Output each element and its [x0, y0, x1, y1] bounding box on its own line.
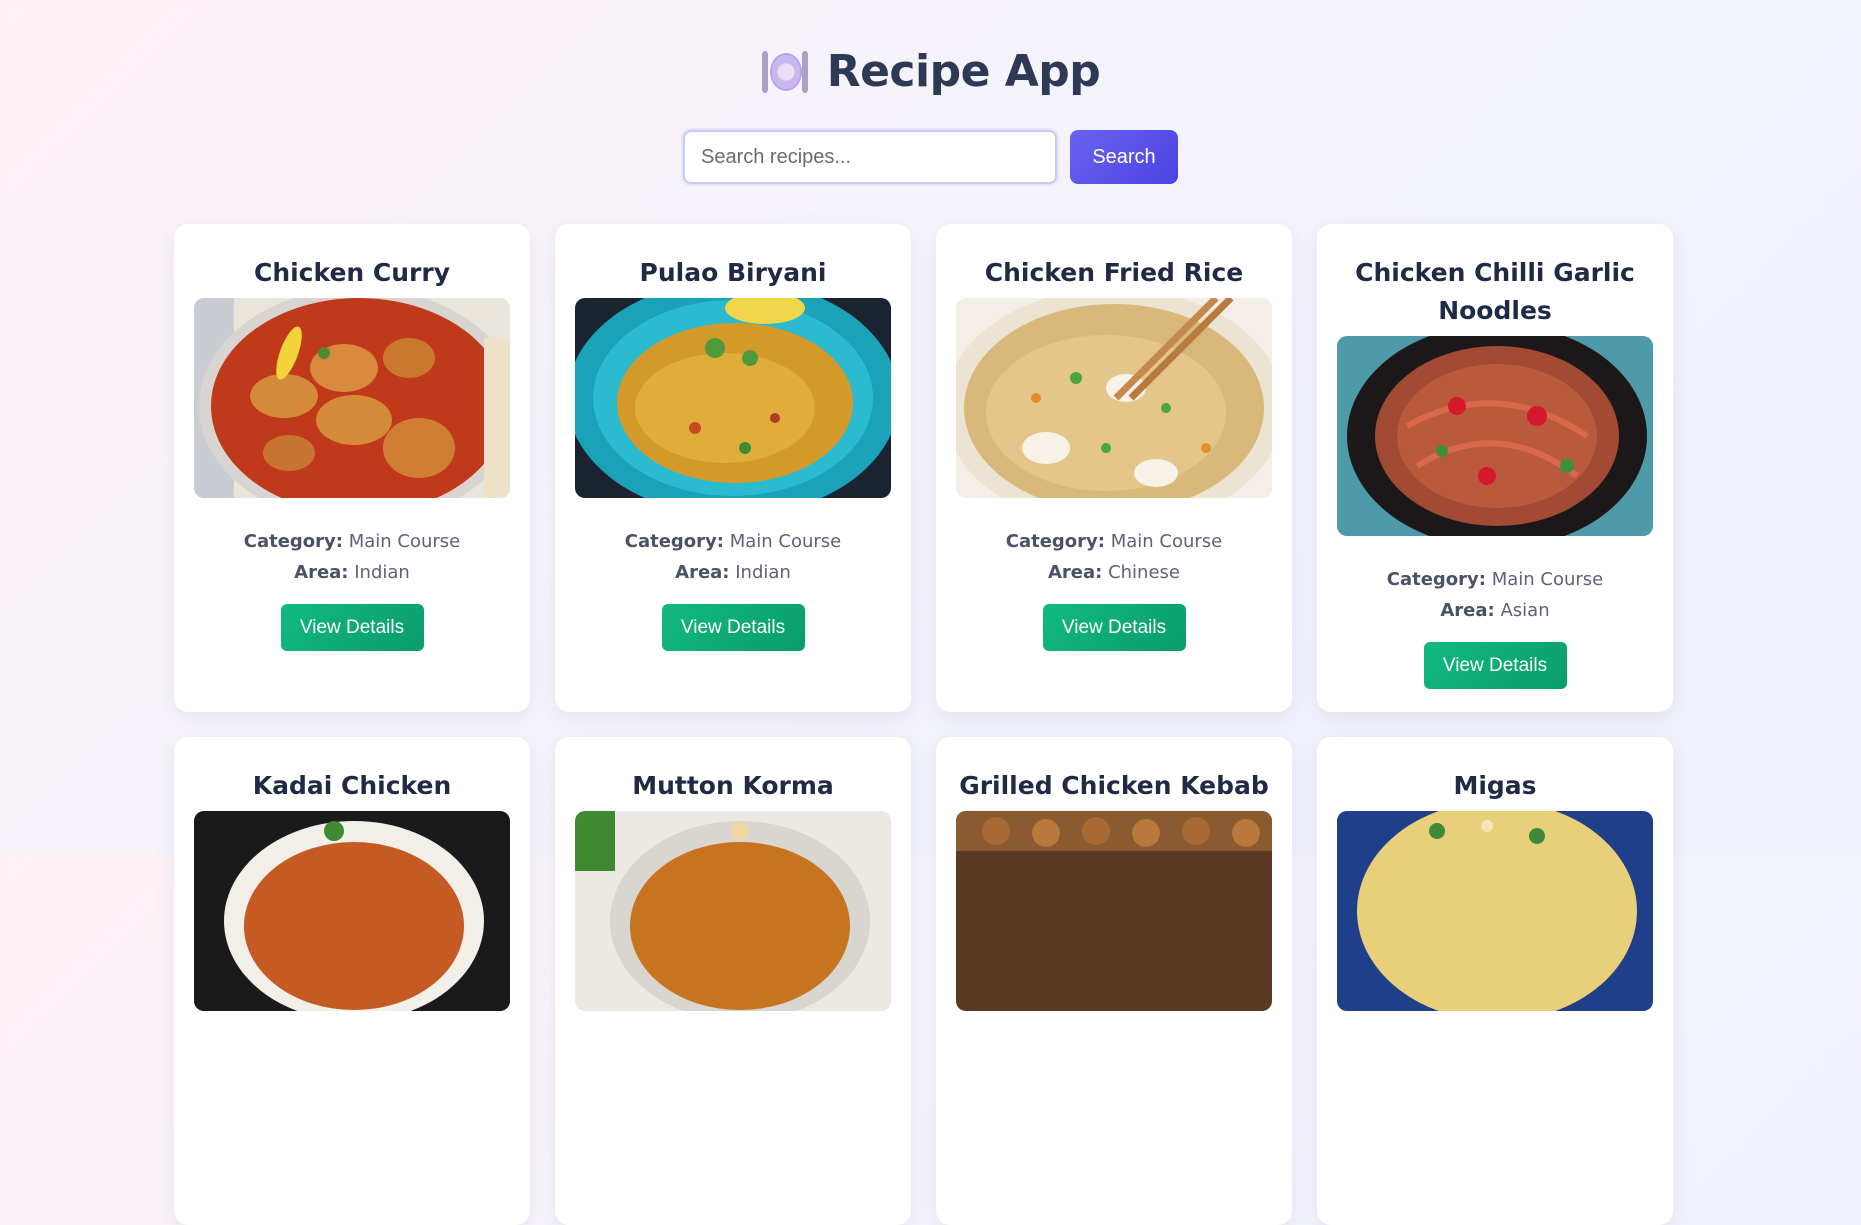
recipe-title: Chicken Curry [253, 258, 451, 287]
area-label: Area: [1440, 600, 1495, 621]
recipe-area: Asian [1500, 600, 1550, 621]
view-details-button[interactable]: View Details [280, 604, 424, 651]
recipe-card: Mutton Korma [555, 737, 911, 1225]
recipe-image [956, 811, 1272, 1011]
recipe-meta: Category: Main Course Area: Asian [1387, 564, 1604, 626]
area-label: Area: [1047, 562, 1103, 583]
recipe-area: Indian [354, 562, 410, 583]
recipe-title: Pulao Biryani [639, 258, 827, 287]
recipe-meta: Category: Main Course Area: Indian [625, 526, 842, 588]
plate-fork-knife-icon [761, 49, 809, 93]
view-details-button[interactable]: View Details [1423, 642, 1567, 689]
recipe-card: Pulao Biryani Category: Main Course Area… [555, 224, 911, 712]
recipe-title: Chicken Fried Rice [984, 258, 1244, 287]
view-details-button[interactable]: View Details [1042, 604, 1186, 651]
recipe-title: Grilled Chicken Kebab [959, 771, 1269, 800]
recipe-category: Main Course [348, 531, 461, 552]
app-header: Recipe App [0, 0, 1861, 98]
recipe-image [575, 811, 891, 1011]
recipe-category: Main Course [1110, 531, 1223, 552]
recipe-meta: Category: Main Course Area: Indian [244, 526, 461, 588]
search-button[interactable]: Search [1070, 130, 1178, 184]
recipe-image [575, 298, 891, 498]
recipe-image [956, 298, 1272, 498]
category-label: Category: [243, 531, 343, 552]
recipe-image [1337, 336, 1653, 536]
recipe-title: Kadai Chicken [252, 771, 452, 800]
search-input[interactable] [683, 130, 1057, 184]
recipe-meta: Category: Main Course Area: Chinese [1006, 526, 1223, 588]
recipe-image [1337, 811, 1653, 1011]
recipe-card: Grilled Chicken Kebab [936, 737, 1292, 1225]
recipe-card: Migas [1317, 737, 1673, 1225]
recipe-category: Main Course [729, 531, 842, 552]
area-label: Area: [294, 562, 349, 583]
recipe-title: Chicken Chilli Garlic Noodles [1355, 258, 1635, 325]
view-details-button[interactable]: View Details [661, 604, 805, 651]
recipe-category: Main Course [1491, 569, 1604, 590]
recipe-image [194, 811, 510, 1011]
recipe-card: Chicken Fried Rice Category: Main Course… [936, 224, 1292, 712]
category-label: Category: [624, 531, 724, 552]
category-label: Category: [1386, 569, 1486, 590]
recipe-grid: Chicken Curry Category: Main Course Area… [174, 224, 1673, 1225]
recipe-image [194, 298, 510, 498]
area-label: Area: [675, 562, 730, 583]
recipe-card: Chicken Curry Category: Main Course Area… [174, 224, 530, 712]
search-bar: Search [0, 130, 1861, 184]
recipe-card: Kadai Chicken [174, 737, 530, 1225]
recipe-area: Chinese [1108, 562, 1180, 583]
app-title: Recipe App [826, 45, 1101, 97]
category-label: Category: [1005, 531, 1105, 552]
recipe-area: Indian [735, 562, 791, 583]
recipe-card: Chicken Chilli Garlic Noodles Category: … [1317, 224, 1673, 712]
recipe-title: Mutton Korma [632, 771, 834, 800]
recipe-title: Migas [1453, 771, 1537, 800]
